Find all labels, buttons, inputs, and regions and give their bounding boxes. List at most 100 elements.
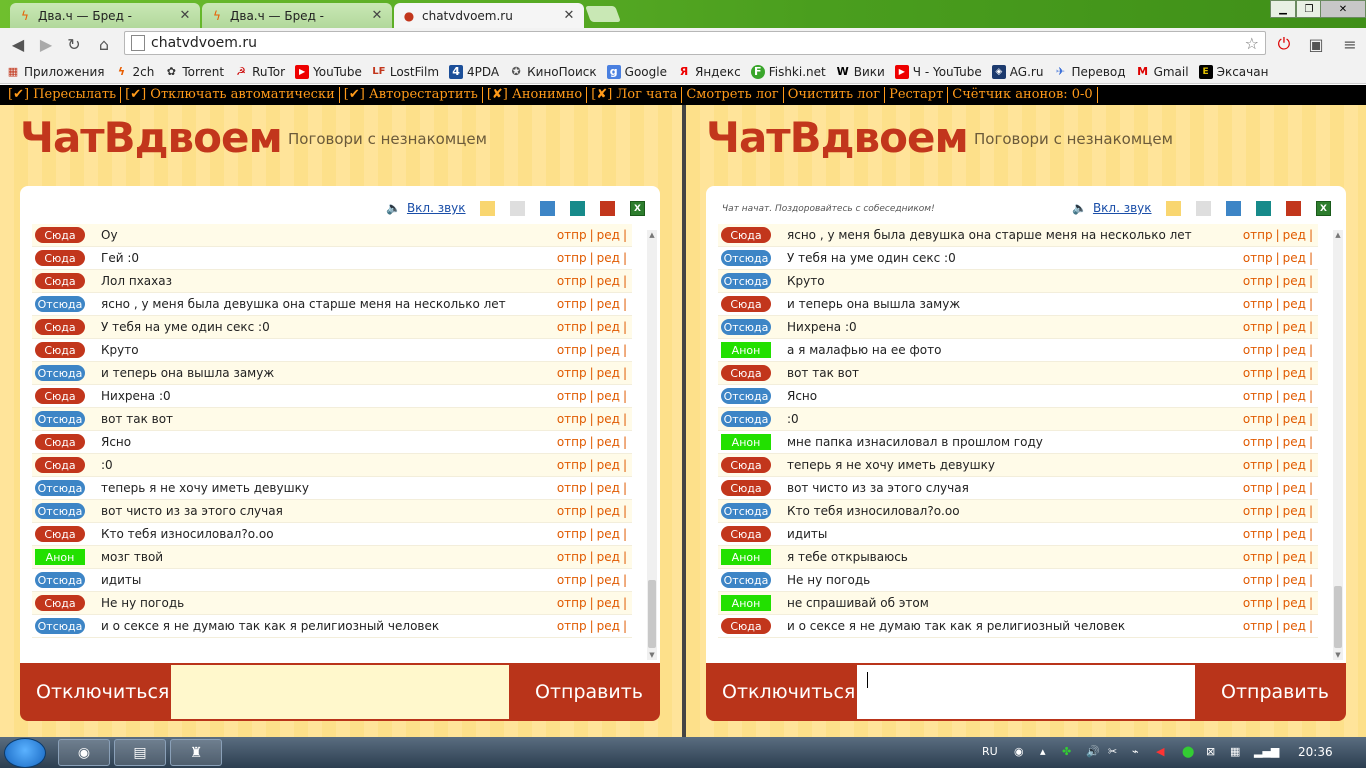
- scroll-thumb[interactable]: [648, 580, 656, 648]
- taskbar-explorer-icon[interactable]: ▤: [114, 739, 166, 766]
- message-input[interactable]: [857, 665, 1195, 719]
- tray-network-icon[interactable]: ⊠: [1206, 745, 1215, 758]
- send-button[interactable]: Отправить: [535, 681, 643, 703]
- site-logo[interactable]: ЧатВдвоем: [706, 113, 969, 162]
- resend-link[interactable]: отпр: [1243, 435, 1273, 449]
- resend-link[interactable]: отпр: [1243, 366, 1273, 380]
- resend-link[interactable]: отпр: [1243, 343, 1273, 357]
- edit-link[interactable]: ред: [597, 619, 620, 633]
- bookmark-2ch[interactable]: ϟ 2ch: [115, 65, 154, 79]
- edit-link[interactable]: ред: [597, 573, 620, 587]
- edit-link[interactable]: ред: [1283, 596, 1306, 610]
- taskbar-chrome-icon[interactable]: ◉: [58, 739, 110, 766]
- edit-link[interactable]: ред: [597, 481, 620, 495]
- edit-link[interactable]: ред: [597, 596, 620, 610]
- close-window-button[interactable]: ✕: [1320, 0, 1366, 18]
- tray-volume-icon[interactable]: 🔊: [1086, 745, 1100, 758]
- edit-link[interactable]: ред: [597, 251, 620, 265]
- edit-link[interactable]: ред: [597, 228, 620, 242]
- star-icon[interactable]: ☆: [1245, 34, 1259, 53]
- theme-swatch-grey[interactable]: [1196, 201, 1211, 216]
- edit-link[interactable]: ред: [597, 458, 620, 472]
- edit-link[interactable]: ред: [597, 435, 620, 449]
- toggle-auto-disconnect[interactable]: [✔] Отключать автоматически: [121, 87, 340, 103]
- edit-link[interactable]: ред: [597, 274, 620, 288]
- theme-swatch-grey[interactable]: [510, 201, 525, 216]
- edit-link[interactable]: ред: [1283, 527, 1306, 541]
- minimize-button[interactable]: ▁: [1270, 0, 1296, 18]
- address-bar[interactable]: chatvdvoem.ru ☆: [124, 31, 1266, 55]
- tray-tool-icon[interactable]: ✂: [1108, 745, 1117, 758]
- resend-link[interactable]: отпр: [557, 366, 587, 380]
- resend-link[interactable]: отпр: [1243, 481, 1273, 495]
- url-text[interactable]: chatvdvoem.ru: [151, 35, 257, 51]
- disconnect-button[interactable]: Отключиться: [722, 681, 855, 703]
- menu-icon[interactable]: ≡: [1340, 34, 1360, 54]
- scroll-up-icon[interactable]: ▲: [1333, 230, 1343, 240]
- reload-icon[interactable]: ↻: [64, 34, 84, 54]
- new-tab-button[interactable]: [585, 6, 621, 22]
- resend-link[interactable]: отпр: [1243, 389, 1273, 403]
- tab-1[interactable]: ϟ Два.ч — Бред - ✕: [10, 3, 200, 28]
- toggle-chat-log[interactable]: [✘] Лог чата: [587, 87, 683, 103]
- excel-export-icon[interactable]: X: [630, 201, 645, 216]
- resend-link[interactable]: отпр: [1243, 504, 1273, 518]
- resend-link[interactable]: отпр: [1243, 550, 1273, 564]
- resend-link[interactable]: отпр: [1243, 573, 1273, 587]
- toggle-anonymous[interactable]: [✘] Анонимно: [483, 87, 588, 103]
- resend-link[interactable]: отпр: [1243, 596, 1273, 610]
- theme-swatch-teal[interactable]: [570, 201, 585, 216]
- disconnect-button[interactable]: Отключиться: [36, 681, 169, 703]
- resend-link[interactable]: отпр: [1243, 412, 1273, 426]
- resend-link[interactable]: отпр: [1243, 274, 1273, 288]
- resend-link[interactable]: отпр: [557, 251, 587, 265]
- edit-link[interactable]: ред: [1283, 343, 1306, 357]
- resend-link[interactable]: отпр: [557, 573, 587, 587]
- extension-icon[interactable]: ▣: [1306, 34, 1326, 54]
- back-icon[interactable]: ◀: [8, 34, 28, 54]
- forward-icon[interactable]: ▶: [36, 34, 56, 54]
- close-icon[interactable]: ✕: [562, 8, 576, 23]
- scroll-up-icon[interactable]: ▲: [647, 230, 657, 240]
- edit-link[interactable]: ред: [1283, 228, 1306, 242]
- tab-2[interactable]: ϟ Два.ч — Бред - ✕: [202, 3, 392, 28]
- bookmark-google[interactable]: g Google: [606, 64, 667, 79]
- resend-link[interactable]: отпр: [557, 527, 587, 541]
- clock[interactable]: 20:36: [1298, 745, 1333, 759]
- bookmark-torrent[interactable]: ✿ Torrent: [164, 65, 224, 79]
- sound-link[interactable]: Вкл. звук: [1093, 201, 1152, 215]
- theme-swatch-blue[interactable]: [1226, 201, 1241, 216]
- edit-link[interactable]: ред: [1283, 389, 1306, 403]
- close-icon[interactable]: ✕: [178, 8, 192, 23]
- theme-swatch-red[interactable]: [600, 201, 615, 216]
- resend-link[interactable]: отпр: [557, 274, 587, 288]
- site-logo[interactable]: ЧатВдвоем: [20, 113, 283, 162]
- resend-link[interactable]: отпр: [1243, 297, 1273, 311]
- scroll-down-icon[interactable]: ▼: [1333, 650, 1343, 660]
- theme-swatch-teal[interactable]: [1256, 201, 1271, 216]
- bookmark-wiki[interactable]: W Вики: [836, 65, 885, 79]
- bookmark-exachan[interactable]: E Эксачан: [1198, 64, 1268, 79]
- tray-chrome-icon[interactable]: ◉: [1014, 745, 1024, 758]
- start-button[interactable]: [4, 738, 46, 768]
- edit-link[interactable]: ред: [597, 504, 620, 518]
- bookmark-rutor[interactable]: ☭ RuTor: [234, 65, 285, 79]
- bookmark-yandex[interactable]: Я Яндекс: [677, 65, 741, 79]
- edit-link[interactable]: ред: [1283, 320, 1306, 334]
- edit-link[interactable]: ред: [597, 550, 620, 564]
- resend-link[interactable]: отпр: [557, 435, 587, 449]
- maximize-button[interactable]: ❐: [1296, 0, 1322, 18]
- message-input[interactable]: [171, 665, 509, 719]
- bookmark-ch-youtube[interactable]: ▶ Ч - YouTube: [894, 64, 982, 79]
- tray-mute-icon[interactable]: ◀: [1156, 745, 1164, 758]
- tab-3[interactable]: ● chatvdvoem.ru ✕: [394, 3, 584, 28]
- view-log-link[interactable]: Смотреть лог: [682, 87, 784, 103]
- edit-link[interactable]: ред: [1283, 573, 1306, 587]
- bookmark-agru[interactable]: ◈ AG.ru: [991, 64, 1043, 79]
- edit-link[interactable]: ред: [597, 343, 620, 357]
- edit-link[interactable]: ред: [597, 412, 620, 426]
- resend-link[interactable]: отпр: [557, 297, 587, 311]
- edit-link[interactable]: ред: [597, 366, 620, 380]
- edit-link[interactable]: ред: [597, 320, 620, 334]
- edit-link[interactable]: ред: [1283, 458, 1306, 472]
